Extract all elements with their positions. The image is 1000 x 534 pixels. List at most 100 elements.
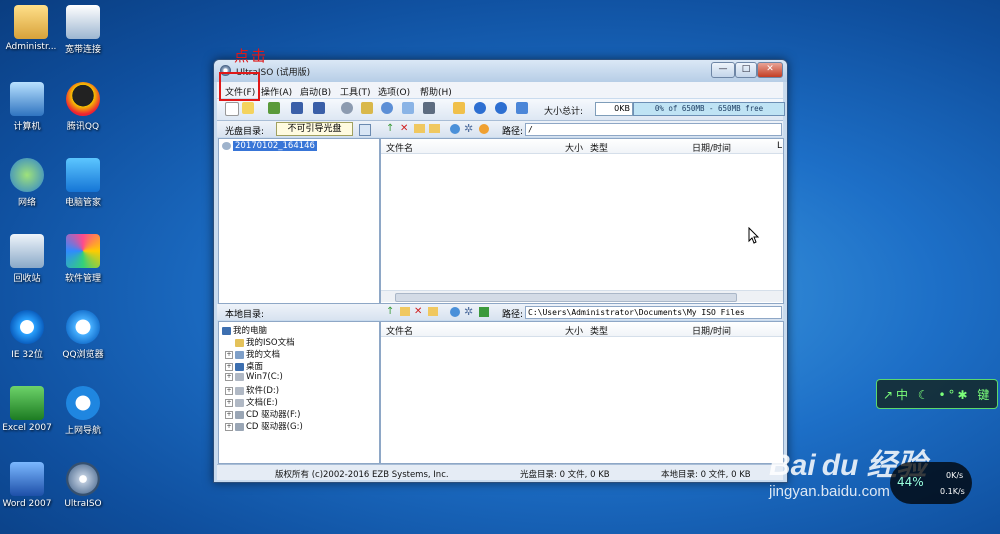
cd-drive-icon bbox=[235, 410, 244, 419]
input-method-toolbar[interactable]: ↗中 ☾ •°✱ 键 bbox=[876, 379, 998, 409]
save-as-icon[interactable] bbox=[313, 102, 325, 114]
tree-my-iso-docs[interactable]: 我的ISO文档 bbox=[235, 336, 295, 348]
desktop-icon-qq[interactable]: 腾讯QQ bbox=[52, 82, 114, 132]
horizontal-scrollbar[interactable] bbox=[381, 290, 783, 302]
ultraiso-window: UltraISO (试用版) — □ ✕ 文件(F) 操作(A) 启动(B) 工… bbox=[213, 59, 788, 483]
tree-drive-d[interactable]: + 软件(D:) bbox=[225, 384, 279, 396]
close-button[interactable]: ✕ bbox=[757, 62, 783, 78]
capacity-bar[interactable]: 0% of 650MB - 650MB free bbox=[633, 102, 785, 116]
minimize-button[interactable]: — bbox=[711, 62, 735, 78]
col-type[interactable]: 类型 bbox=[590, 141, 608, 154]
tree-drive-e[interactable]: + 文档(E:) bbox=[225, 396, 278, 408]
virtual-drive-icon[interactable] bbox=[423, 102, 435, 114]
desktop-icon-software-manager[interactable]: 软件管理 bbox=[52, 234, 114, 284]
iso-folder-icon bbox=[235, 338, 244, 347]
maximize-button[interactable]: □ bbox=[735, 62, 757, 78]
local-up-arrow-icon[interactable]: ↑ bbox=[386, 306, 394, 317]
desktop-icon-excel[interactable]: Excel 2007 bbox=[0, 386, 58, 433]
up-arrow-icon[interactable]: ↑ bbox=[386, 123, 394, 134]
tree-desktop[interactable]: + 桌面 bbox=[225, 360, 263, 372]
desktop-icon-qq-browser[interactable]: QQ浏览器 bbox=[52, 310, 114, 360]
local-gear-icon[interactable]: ✲ bbox=[464, 305, 473, 318]
expand-icon[interactable]: + bbox=[225, 422, 233, 431]
desktop-icon-recycle-bin[interactable]: 回收站 bbox=[0, 234, 58, 284]
refresh-icon[interactable] bbox=[479, 124, 489, 134]
col-date[interactable]: 日期/时间 bbox=[692, 141, 731, 154]
help-icon[interactable] bbox=[495, 102, 507, 114]
network-connection-icon bbox=[66, 5, 100, 39]
local-file-list[interactable]: 文件名 大小 类型 日期/时间 bbox=[380, 321, 784, 464]
rename-icon[interactable] bbox=[429, 124, 440, 133]
col-extra[interactable]: L bbox=[777, 141, 782, 151]
expand-icon[interactable]: + bbox=[225, 398, 233, 407]
delete-icon[interactable]: ✕ bbox=[400, 123, 408, 134]
local-rename-icon[interactable] bbox=[428, 307, 438, 316]
cd-root-item[interactable]: 20170102_164146 bbox=[222, 141, 317, 151]
menu-actions[interactable]: 操作(A) bbox=[261, 85, 292, 98]
local-delete-icon[interactable]: ✕ bbox=[414, 306, 422, 317]
globe-icon bbox=[10, 158, 44, 192]
cd-tree-pane[interactable]: 20170102_164146 bbox=[218, 138, 380, 304]
expand-icon[interactable]: + bbox=[225, 372, 233, 381]
web-navigation-icon bbox=[66, 386, 100, 420]
menu-options[interactable]: 选项(O) bbox=[378, 85, 410, 98]
recycle-bin-icon bbox=[10, 234, 44, 268]
desktop-icon-computer[interactable]: 计算机 bbox=[0, 82, 58, 132]
software-manager-icon bbox=[66, 234, 100, 268]
tree-my-computer[interactable]: 我的电脑 bbox=[222, 324, 267, 336]
tree-drive-c[interactable]: + Win7(C:) bbox=[225, 372, 283, 382]
mount-icon[interactable] bbox=[402, 102, 414, 114]
local-path-field[interactable]: C:\Users\Administrator\Documents\My ISO … bbox=[525, 306, 782, 319]
cd-drive-icon bbox=[235, 422, 244, 431]
title-bar[interactable]: UltraISO (试用版) — □ ✕ bbox=[214, 60, 787, 82]
local-col-size[interactable]: 大小 bbox=[565, 324, 583, 337]
local-col-date[interactable]: 日期/时间 bbox=[692, 324, 731, 337]
local-globe-icon[interactable] bbox=[450, 307, 460, 317]
properties-icon[interactable] bbox=[453, 102, 465, 114]
desktop-icon-word[interactable]: Word 2007 bbox=[0, 462, 58, 509]
desktop-icon-network[interactable]: 网络 bbox=[0, 158, 58, 208]
new-icon[interactable] bbox=[225, 102, 239, 116]
local-col-filename[interactable]: 文件名 bbox=[386, 324, 413, 337]
tree-cd-drive-f[interactable]: + CD 驱动器(F:) bbox=[225, 408, 300, 420]
make-cd-image-icon[interactable] bbox=[341, 102, 353, 114]
extract-icon[interactable] bbox=[268, 102, 280, 114]
local-refresh-icon[interactable] bbox=[479, 307, 489, 317]
click-annotation: 点击 bbox=[234, 47, 269, 65]
desktop-icon-broadband[interactable]: 宽带连接 bbox=[52, 5, 114, 55]
burn-icon[interactable] bbox=[381, 102, 393, 114]
gear-icon[interactable]: ✲ bbox=[464, 122, 473, 135]
cd-path-field[interactable]: / bbox=[525, 123, 782, 136]
expand-icon[interactable]: + bbox=[225, 386, 233, 395]
open-icon[interactable] bbox=[242, 102, 254, 114]
local-col-type[interactable]: 类型 bbox=[590, 324, 608, 337]
exit-icon[interactable] bbox=[516, 102, 528, 114]
expand-icon[interactable]: + bbox=[225, 362, 233, 371]
desktop-icon-web-nav[interactable]: 上网导航 bbox=[52, 386, 114, 436]
save-icon[interactable] bbox=[291, 102, 303, 114]
col-filename[interactable]: 文件名 bbox=[386, 141, 413, 154]
menu-tools[interactable]: 工具(T) bbox=[340, 85, 371, 98]
new-folder-icon[interactable] bbox=[414, 124, 425, 133]
compress-icon[interactable] bbox=[361, 102, 373, 114]
globe-settings-icon[interactable] bbox=[450, 124, 460, 134]
expand-icon[interactable]: + bbox=[225, 410, 233, 419]
local-new-folder-icon[interactable] bbox=[400, 307, 410, 316]
info-icon[interactable] bbox=[474, 102, 486, 114]
expand-icon[interactable]: + bbox=[225, 350, 233, 359]
menu-bootable[interactable]: 启动(B) bbox=[300, 85, 331, 98]
desktop-icon-ultraiso[interactable]: UltraISO bbox=[52, 462, 114, 509]
menu-help[interactable]: 帮助(H) bbox=[420, 85, 452, 98]
desktop-icon-ie[interactable]: IE 32位 bbox=[0, 310, 58, 360]
tree-cd-drive-g[interactable]: + CD 驱动器(G:) bbox=[225, 420, 303, 432]
tree-my-documents[interactable]: + 我的文档 bbox=[225, 348, 280, 360]
desktop-icon-pc-manager[interactable]: 电脑管家 bbox=[52, 158, 114, 208]
scroll-thumb[interactable] bbox=[395, 293, 737, 302]
edit-icon[interactable] bbox=[359, 124, 371, 136]
boot-status-button[interactable]: 不可引导光盘 bbox=[276, 122, 353, 136]
cd-file-list[interactable]: 文件名 大小 类型 日期/时间 L bbox=[380, 138, 784, 304]
local-column-header: 文件名 大小 类型 日期/时间 bbox=[381, 322, 783, 337]
local-tree-pane[interactable]: 我的电脑 我的ISO文档 + 我的文档 + 桌面 + Win7(C:) + 软件(D:)… bbox=[218, 321, 380, 464]
col-size[interactable]: 大小 bbox=[565, 141, 583, 154]
network-speed-widget[interactable]: 44% 0K/s 0.1K/s bbox=[890, 462, 972, 504]
